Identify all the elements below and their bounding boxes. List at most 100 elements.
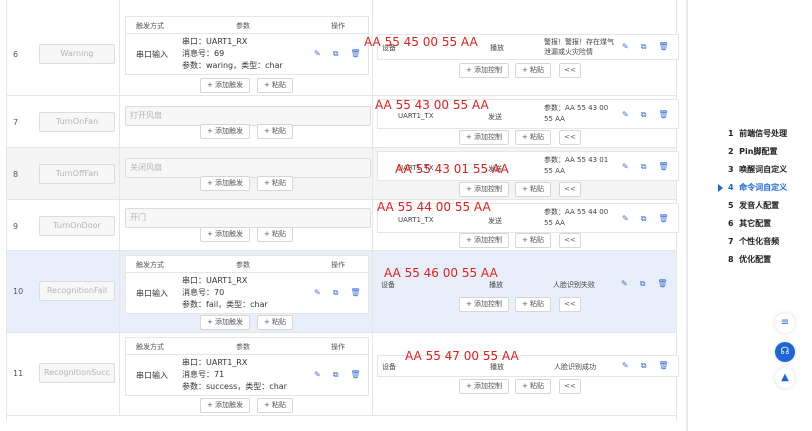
trigger-text-input[interactable]: 打开风扇	[125, 106, 371, 126]
hex-overlay: AA 55 46 00 55 AA	[384, 266, 498, 280]
add-control-button[interactable]: + 添加控制	[459, 297, 509, 312]
keyword-input[interactable]: TurnOnFan	[39, 112, 115, 132]
delete-icon[interactable]: 🗑	[658, 214, 668, 224]
paste-button[interactable]: + 粘贴	[257, 176, 293, 191]
paste-button[interactable]: + 粘贴	[515, 379, 551, 394]
edit-icon[interactable]: ✎	[622, 42, 629, 52]
collapse-button[interactable]: <<	[559, 182, 581, 197]
copy-icon[interactable]: ⧉	[641, 361, 647, 371]
edit-icon[interactable]: ✎	[622, 361, 629, 371]
nav-item-voice[interactable]: 5 发音人配置	[718, 197, 808, 215]
trigger-table: 触发方式 参数 操作 串口输入 串口：UART1_RX 消息号：70 参数：fa…	[125, 255, 369, 314]
paste-button[interactable]: + 粘贴	[257, 227, 293, 242]
copy-icon[interactable]: ⧉	[333, 370, 339, 380]
paste-button[interactable]: + 粘贴	[257, 398, 293, 413]
copy-icon[interactable]: ⧉	[641, 110, 647, 120]
collapse-button[interactable]: <<	[559, 130, 581, 145]
device: UART1_TX	[398, 216, 434, 224]
keyword-input[interactable]: RecognitionSucc	[39, 363, 115, 383]
nav-item-command-word[interactable]: 4 命令词自定义	[718, 179, 808, 197]
edit-icon[interactable]: ✎	[622, 110, 629, 120]
nav-item-other-config[interactable]: 6 其它配置	[718, 215, 808, 233]
paste-button[interactable]: + 粘贴	[515, 182, 551, 197]
copy-icon[interactable]: ⧉	[640, 279, 646, 289]
trigger-text-input[interactable]: 关闭风扇	[125, 158, 371, 178]
trigger-mode: 串口输入	[136, 371, 168, 380]
edit-icon[interactable]: ✎	[314, 370, 321, 380]
add-control-button[interactable]: + 添加控制	[459, 182, 509, 197]
delete-icon[interactable]: 🗑	[657, 279, 667, 289]
add-control-button[interactable]: + 添加控制	[459, 379, 509, 394]
copy-icon[interactable]: ⧉	[333, 288, 339, 298]
params-header: 参数	[236, 22, 250, 30]
add-trigger-button[interactable]: + 添加触发	[200, 227, 250, 242]
keyword-input[interactable]: TurnOnDoor	[39, 216, 115, 236]
paste-button[interactable]: + 粘贴	[515, 233, 551, 248]
edit-icon[interactable]: ✎	[622, 214, 629, 224]
collapse-button[interactable]: <<	[559, 63, 581, 78]
keyword-input[interactable]: Warning	[39, 44, 115, 64]
ops-header: 操作	[331, 343, 345, 351]
delete-icon[interactable]: 🗑	[350, 288, 360, 298]
collapse-button[interactable]: <<	[559, 297, 581, 312]
delete-icon[interactable]: 🗑	[350, 370, 360, 380]
add-control-button[interactable]: + 添加控制	[459, 130, 509, 145]
hex-overlay: AA 55 44 00 55 AA	[377, 200, 491, 214]
add-trigger-button[interactable]: + 添加触发	[200, 124, 250, 139]
add-trigger-button[interactable]: + 添加触发	[200, 398, 250, 413]
trigger-table: 触发方式 参数 操作 串口输入 串口：UART1_RX 消息号：71 参数：su…	[125, 337, 369, 396]
copy-icon[interactable]: ⧉	[333, 49, 339, 59]
add-control-button[interactable]: + 添加控制	[459, 233, 509, 248]
collapse-button[interactable]: <<	[559, 379, 581, 394]
delete-icon[interactable]: 🗑	[658, 42, 668, 52]
delete-icon[interactable]: 🗑	[658, 361, 668, 371]
trigger-mode-header: 触发方式	[136, 22, 164, 30]
delete-icon[interactable]: 🗑	[658, 110, 668, 120]
copy-icon[interactable]: ⧉	[641, 214, 647, 224]
param: 参数：fail，类型：char	[182, 300, 268, 309]
nav-item-wake-word[interactable]: 3 唤醒词自定义	[718, 161, 808, 179]
add-control-button[interactable]: + 添加控制	[459, 63, 509, 78]
trigger-mode-header: 触发方式	[136, 261, 164, 269]
copy-icon[interactable]: ⧉	[641, 42, 647, 52]
delete-icon[interactable]: 🗑	[350, 49, 360, 59]
keyword-input[interactable]: TurnOffFan	[39, 164, 115, 184]
collapse-button[interactable]: <<	[559, 233, 581, 248]
paste-button[interactable]: + 粘贴	[515, 130, 551, 145]
paste-button[interactable]: + 粘贴	[257, 124, 293, 139]
hex-overlay: AA 55 43 01 55 AA	[395, 162, 509, 176]
nav-item-pin-config[interactable]: 2 Pin脚配置	[718, 143, 808, 161]
paste-button[interactable]: + 粘贴	[257, 78, 293, 93]
delete-icon[interactable]: 🗑	[658, 162, 668, 172]
nav-item-custom-audio[interactable]: 7 个性化音频	[718, 233, 808, 251]
result: 人脸识别失败	[553, 281, 595, 289]
trigger-text-input[interactable]: 开门	[125, 208, 371, 228]
hex-overlay: AA 55 43 00 55 AA	[375, 98, 489, 112]
paste-button[interactable]: + 粘贴	[257, 315, 293, 330]
row-index: 11	[13, 369, 24, 378]
msg-id: 消息号：71	[182, 370, 225, 379]
nav-item-frontend-signal[interactable]: 1 前端信号处理	[718, 125, 808, 143]
add-trigger-button[interactable]: + 添加触发	[200, 176, 250, 191]
result: 人脸识别成功	[554, 363, 596, 371]
add-trigger-button[interactable]: + 添加触发	[200, 78, 250, 93]
keyword-input[interactable]: RecognitionFail	[39, 281, 115, 301]
support-icon[interactable]: ☊	[775, 342, 795, 362]
table-row: 11 RecognitionSucc 触发方式 参数 操作 串口输入 串口：UA…	[7, 333, 679, 416]
paste-button[interactable]: + 粘贴	[515, 297, 551, 312]
add-trigger-button[interactable]: + 添加触发	[200, 315, 250, 330]
params-header: 参数	[236, 343, 250, 351]
edit-icon[interactable]: ✎	[621, 279, 628, 289]
section-nav: 1 前端信号处理 2 Pin脚配置 3 唤醒词自定义 4 命令词自定义 5 发音…	[718, 125, 808, 269]
row-index: 10	[13, 287, 24, 296]
edit-icon[interactable]: ✎	[314, 288, 321, 298]
edit-icon[interactable]: ✎	[314, 49, 321, 59]
paste-button[interactable]: + 粘贴	[515, 63, 551, 78]
edit-icon[interactable]: ✎	[622, 162, 629, 172]
nav-item-optimize[interactable]: 8 优化配置	[718, 251, 808, 269]
back-to-top-icon[interactable]: ▲	[775, 368, 795, 388]
ops-header: 操作	[331, 261, 345, 269]
copy-icon[interactable]: ⧉	[641, 162, 647, 172]
menu-icon[interactable]: ≡	[775, 313, 795, 333]
row-index: 6	[13, 50, 19, 59]
